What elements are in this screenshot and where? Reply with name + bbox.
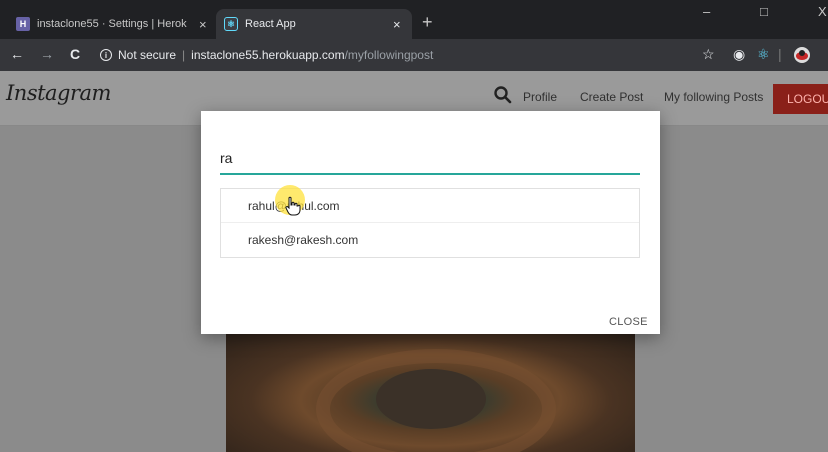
- hand-pointer-icon: [285, 196, 301, 216]
- search-result-item[interactable]: rakesh@rakesh.com: [221, 223, 639, 257]
- react-devtools-icon[interactable]: ⚛: [757, 46, 770, 63]
- browser-tab-strip: H instaclone55 · Settings | Heroku × ⚛ R…: [0, 0, 828, 39]
- nav-link-profile[interactable]: Profile: [523, 90, 557, 104]
- tab-react-app[interactable]: ⚛ React App ×: [216, 9, 412, 39]
- url-host: instaclone55.herokuapp.com: [191, 48, 345, 62]
- react-icon: ⚛: [224, 17, 238, 31]
- address-bar[interactable]: i Not secure | instaclone55.herokuapp.co…: [100, 44, 660, 66]
- image-detail: [376, 369, 486, 429]
- minimize-button[interactable]: –: [703, 4, 710, 19]
- tab-close-icon[interactable]: ×: [393, 17, 401, 32]
- nav-link-following-posts[interactable]: My following Posts: [664, 90, 763, 104]
- close-modal-button[interactable]: CLOSE: [609, 316, 648, 328]
- search-icon[interactable]: [493, 85, 513, 105]
- brand-logo[interactable]: Instagram: [6, 81, 111, 105]
- toolbar-divider: |: [778, 46, 782, 62]
- page-viewport: Instagram Profile Create Post My followi…: [0, 71, 828, 452]
- tab-title: instaclone55 · Settings | Heroku: [37, 18, 187, 30]
- forward-icon[interactable]: →: [40, 46, 54, 62]
- new-tab-button[interactable]: +: [422, 12, 433, 33]
- close-window-button[interactable]: X: [818, 4, 827, 19]
- extension-record-icon[interactable]: ◉: [733, 46, 745, 63]
- back-icon[interactable]: ←: [10, 46, 24, 62]
- info-icon[interactable]: i: [100, 49, 112, 61]
- nav-link-create-post[interactable]: Create Post: [580, 90, 643, 104]
- url-path: /myfollowingpost: [344, 48, 434, 62]
- address-separator: |: [182, 48, 186, 62]
- heroku-icon: H: [16, 17, 30, 31]
- logout-button[interactable]: LOGOU: [773, 84, 828, 114]
- reload-icon[interactable]: C: [70, 46, 80, 62]
- bookmark-star-icon[interactable]: ☆: [702, 46, 715, 63]
- security-status: Not secure: [118, 48, 177, 62]
- profile-avatar-icon[interactable]: [793, 46, 811, 67]
- browser-toolbar: ← → C i Not secure | instaclone55.heroku…: [0, 39, 828, 71]
- tab-title: React App: [245, 18, 296, 30]
- tab-close-icon[interactable]: ×: [199, 17, 207, 32]
- search-users-modal: rahul@rahul.com rakesh@rakesh.com CLOSE: [201, 111, 660, 334]
- maximize-button[interactable]: □: [760, 4, 768, 19]
- tab-heroku-settings[interactable]: H instaclone55 · Settings | Heroku ×: [8, 9, 214, 39]
- post-image: [226, 329, 635, 452]
- search-users-input[interactable]: [220, 143, 640, 175]
